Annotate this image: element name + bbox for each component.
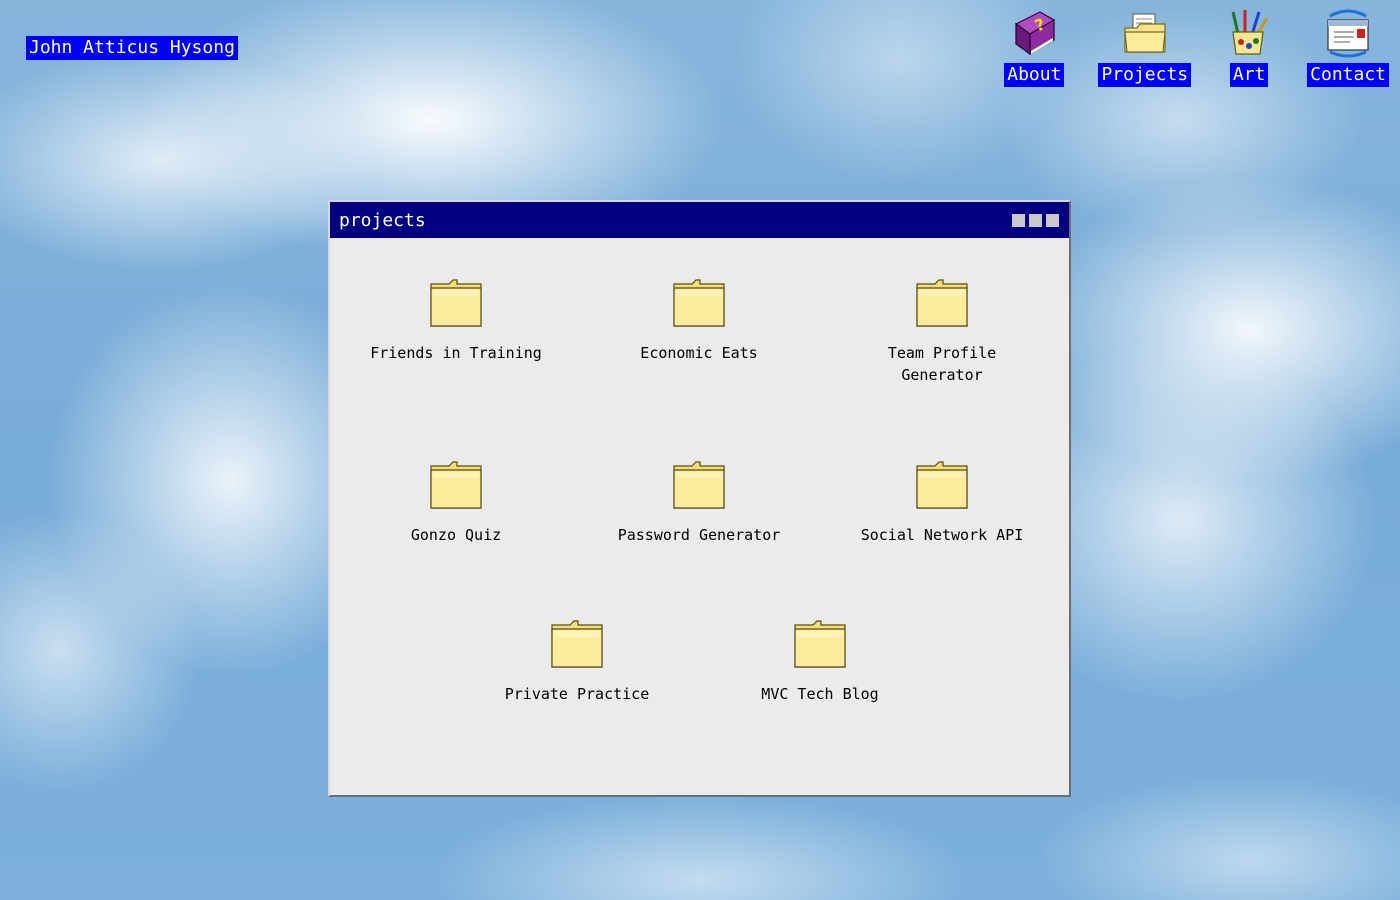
nav-contact[interactable]: Contact bbox=[1307, 8, 1389, 87]
folder-label: Team Profile Generator bbox=[887, 344, 997, 384]
folder-gonzo-quiz[interactable]: Gonzo Quiz bbox=[366, 460, 546, 546]
folder-icon bbox=[916, 279, 968, 327]
window-title: projects bbox=[339, 209, 426, 231]
folder-icon bbox=[430, 279, 482, 327]
folder-icon bbox=[916, 461, 968, 509]
folder-password-generator[interactable]: Password Generator bbox=[609, 460, 789, 546]
desktop-nav: ? About Projects Art Contact bbox=[1004, 8, 1389, 87]
paint-cup-icon bbox=[1231, 10, 1269, 55]
nav-about[interactable]: ? About bbox=[1004, 8, 1065, 87]
folder-mvc-tech-blog[interactable]: MVC Tech Blog bbox=[730, 619, 910, 705]
help-book-icon: ? bbox=[1015, 11, 1056, 56]
nav-art-label: Art bbox=[1229, 63, 1269, 87]
folder-label: Gonzo Quiz bbox=[410, 526, 502, 544]
folder-economic-eats[interactable]: Economic Eats bbox=[609, 278, 789, 364]
window-titlebar[interactable]: projects bbox=[330, 202, 1069, 238]
folder-label: Economic Eats bbox=[640, 344, 758, 362]
projects-window: projects Friends in Training Economic Ea… bbox=[328, 200, 1071, 797]
folder-icon bbox=[673, 279, 725, 327]
nav-projects[interactable]: Projects bbox=[1098, 8, 1192, 87]
folder-label: Private Practice bbox=[504, 685, 650, 703]
folder-team-profile-generator[interactable]: Team Profile Generator bbox=[852, 278, 1032, 386]
mail-letter-icon bbox=[1327, 9, 1369, 58]
folder-icon bbox=[430, 461, 482, 509]
folder-icon bbox=[673, 461, 725, 509]
folder-label: Social Network API bbox=[860, 526, 1024, 544]
minimize-button[interactable] bbox=[1012, 213, 1025, 227]
nav-art[interactable]: Art bbox=[1225, 8, 1273, 87]
window-controls bbox=[1012, 213, 1059, 227]
folder-icon bbox=[551, 620, 603, 668]
folder-friends-in-training[interactable]: Friends in Training bbox=[366, 278, 546, 364]
folder-private-practice[interactable]: Private Practice bbox=[487, 619, 667, 705]
folder-social-network-api[interactable]: Social Network API bbox=[852, 460, 1032, 546]
site-owner-name: John Atticus Hysong bbox=[26, 36, 238, 60]
nav-about-label: About bbox=[1004, 63, 1065, 87]
maximize-button[interactable] bbox=[1029, 213, 1042, 227]
folder-with-files-icon bbox=[1124, 13, 1166, 53]
folder-label: Password Generator bbox=[617, 526, 781, 544]
close-button[interactable] bbox=[1046, 213, 1059, 227]
nav-projects-label: Projects bbox=[1098, 63, 1192, 87]
nav-contact-label: Contact bbox=[1307, 63, 1389, 87]
folder-label: MVC Tech Blog bbox=[761, 685, 879, 703]
folder-label: Friends in Training bbox=[370, 344, 542, 362]
folder-icon bbox=[794, 620, 846, 668]
